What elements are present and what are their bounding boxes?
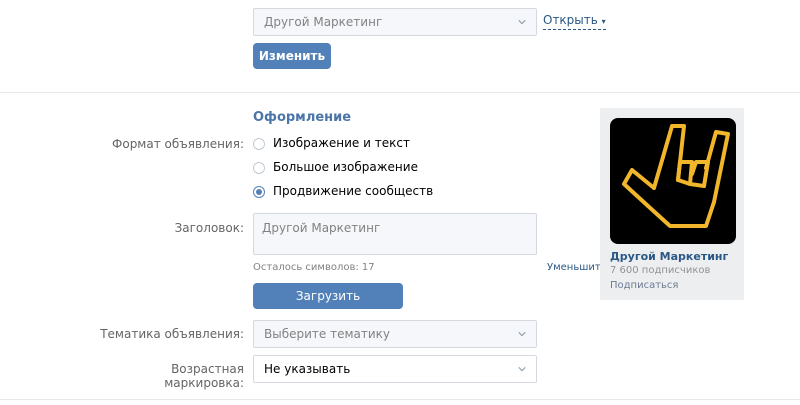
upload-image-button[interactable]: Загрузить изображение	[253, 283, 403, 329]
chevron-down-icon	[518, 332, 526, 337]
ad-format-label: Формат объявления:	[112, 137, 244, 151]
radio-big-image[interactable]	[253, 162, 265, 174]
topic-select[interactable]: Выберите тематику	[253, 320, 537, 348]
change-button[interactable]: Изменить	[253, 43, 331, 69]
radio-image-text-label[interactable]: Изображение и текст	[273, 136, 410, 150]
section-title: Оформление	[253, 110, 352, 125]
community-select[interactable]: Другой Маркетинг	[253, 8, 537, 36]
age-select-value: Не указывать	[264, 362, 351, 376]
age-label: Возрастная маркировка:	[164, 362, 244, 390]
heading-label: Заголовок:	[174, 221, 244, 235]
subscriber-count: 7 600 подписчиков	[610, 265, 711, 276]
subscribe-link[interactable]: Подписаться	[610, 280, 678, 291]
chevron-down-icon	[518, 367, 526, 372]
rock-hand-icon	[622, 124, 730, 228]
topic-label: Тематика объявления:	[100, 327, 244, 341]
ad-preview-card: Другой Маркетинг 7 600 подписчиков Подпи…	[600, 108, 744, 300]
caret-icon: ▾	[601, 17, 606, 26]
chars-left: Осталось символов: 17	[253, 262, 375, 273]
radio-community-promo-label[interactable]: Продвижение сообществ	[273, 184, 433, 198]
radio-big-image-label[interactable]: Большое изображение	[273, 160, 418, 174]
radio-community-promo[interactable]	[253, 186, 265, 198]
community-name[interactable]: Другой Маркетинг	[610, 250, 728, 263]
bottom-divider	[0, 399, 800, 400]
section-divider	[0, 92, 800, 93]
community-select-value: Другой Маркетинг	[264, 15, 383, 29]
shrink-link[interactable]: Уменьшить	[547, 262, 607, 273]
topic-select-placeholder: Выберите тематику	[264, 327, 391, 341]
heading-input-value: Другой Маркетинг	[262, 221, 381, 235]
radio-image-text[interactable]	[253, 138, 265, 150]
community-logo	[610, 118, 736, 244]
age-select[interactable]: Не указывать	[253, 355, 537, 383]
open-link[interactable]: Открыть ▾	[543, 13, 606, 30]
heading-input[interactable]: Другой Маркетинг	[253, 213, 537, 255]
chevron-down-icon	[518, 20, 526, 25]
